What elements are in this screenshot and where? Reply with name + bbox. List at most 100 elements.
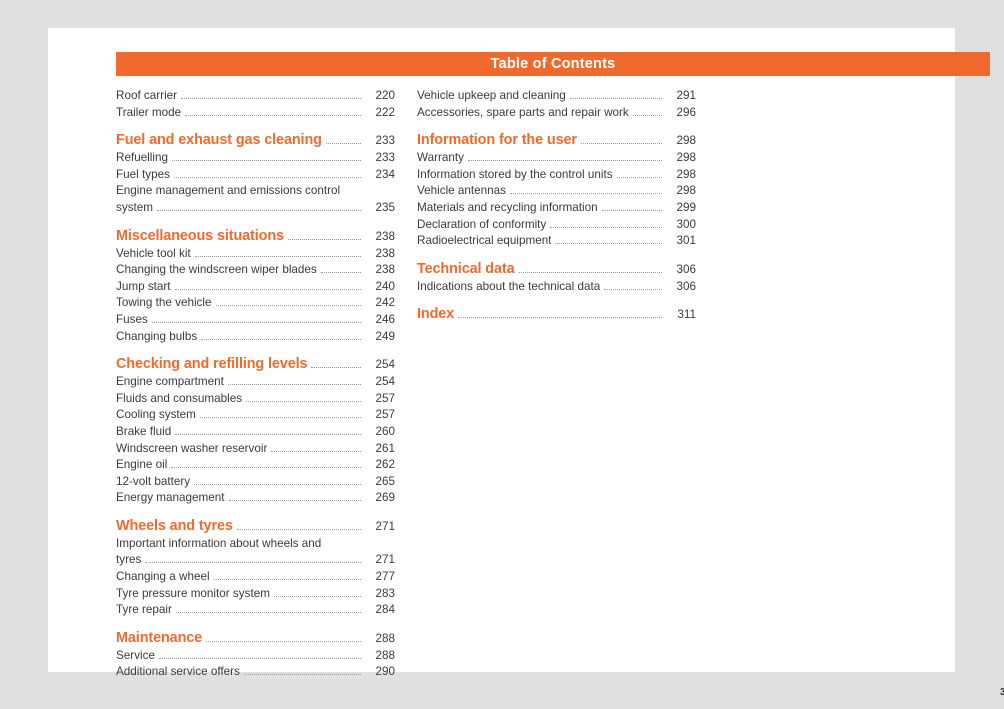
toc-leader-dots [325, 143, 361, 145]
toc-entry-page-number: 246 [375, 312, 395, 326]
toc-item-entry[interactable]: Service 288 [116, 648, 395, 665]
toc-leader-dots [616, 176, 662, 178]
toc-section-entry[interactable]: Fuel and exhaust gas cleaning 233 [116, 131, 395, 150]
toc-entry-page-number: 311 [677, 308, 696, 322]
toc-entry-page-number: 238 [375, 263, 395, 277]
toc-item-entry[interactable]: tyres 271 [116, 552, 395, 569]
toc-section-entry[interactable]: Maintenance 288 [116, 629, 395, 648]
toc-item-entry[interactable]: Changing the windscreen wiper blades 238 [116, 262, 395, 279]
toc-item-entry[interactable]: Engine compartment 254 [116, 374, 395, 391]
toc-entry-label: Changing bulbs [116, 329, 198, 343]
toc-section-entry[interactable]: Wheels and tyres 271 [116, 517, 395, 536]
toc-item-entry[interactable]: Engine management and emissions control [116, 183, 395, 200]
toc-item-entry[interactable]: Materials and recycling information 299 [417, 200, 696, 217]
toc-leader-dots [194, 483, 361, 485]
toc-entry-page-number: 271 [375, 553, 395, 567]
toc-entry-label: Declaration of conformity [417, 217, 547, 231]
toc-item-entry[interactable]: Jump start 240 [116, 279, 395, 296]
toc-item-entry[interactable]: Changing bulbs 249 [116, 329, 395, 346]
toc-entry-label: Maintenance [116, 629, 203, 646]
toc-entry-page-number: 262 [375, 458, 395, 472]
toc-item-entry[interactable]: Indications about the technical data 306 [417, 279, 696, 296]
toc-item-entry[interactable]: Fuel types 234 [116, 167, 395, 184]
toc-entry-page-number: 261 [375, 441, 395, 455]
toc-section-entry[interactable]: Checking and refilling levels 254 [116, 355, 395, 374]
toc-item-entry[interactable]: Tyre pressure monitor system 283 [116, 586, 395, 603]
toc-leader-dots [555, 243, 662, 245]
toc-entry-page-number: 240 [375, 279, 395, 293]
toc-item-entry[interactable]: Trailer mode 222 [116, 105, 395, 122]
toc-section-entry[interactable]: Index 311 [417, 305, 696, 324]
toc-item-entry[interactable]: Accessories, spare parts and repair work… [417, 105, 696, 122]
toc-entry-label: Accessories, spare parts and repair work [417, 105, 629, 119]
toc-entry-page-number: 249 [375, 329, 395, 343]
toc-leader-dots [194, 255, 361, 257]
toc-entry-page-number: 271 [375, 519, 395, 533]
toc-entry-label: Materials and recycling information [417, 200, 598, 214]
toc-item-entry[interactable]: Fuses 246 [116, 312, 395, 329]
toc-item-entry[interactable]: Roof carrier 220 [116, 88, 395, 105]
toc-entry-label: 12-volt battery [116, 474, 191, 488]
toc-item-entry[interactable]: Important information about wheels and [116, 536, 395, 553]
toc-item-entry[interactable]: Vehicle antennas 298 [417, 183, 696, 200]
toc-leader-dots [158, 657, 361, 659]
toc-leader-dots [171, 467, 361, 469]
toc-item-entry[interactable]: Vehicle upkeep and cleaning 291 [417, 88, 696, 105]
toc-item-entry[interactable]: Vehicle tool kit 238 [116, 246, 395, 263]
toc-item-entry[interactable]: Changing a wheel 277 [116, 569, 395, 586]
toc-item-entry[interactable]: Fluids and consumables 257 [116, 391, 395, 408]
toc-leader-dots [510, 193, 662, 195]
toc-item-entry[interactable]: Additional service offers 290 [116, 664, 395, 681]
toc-item-entry[interactable]: Engine oil 262 [116, 457, 395, 474]
toc-item-entry[interactable]: Information stored by the control units 2… [417, 167, 696, 184]
toc-item-entry[interactable]: Windscreen washer reservoir 261 [116, 441, 395, 458]
toc-entry-page-number: 257 [375, 391, 395, 405]
toc-item-entry[interactable]: Cooling system 257 [116, 407, 395, 424]
toc-entry-label: Fluids and consumables [116, 391, 243, 405]
toc-leader-dots [171, 160, 361, 162]
toc-leader-dots [580, 143, 662, 145]
toc-section-entry[interactable]: Information for the user 298 [417, 131, 696, 150]
left-column: Roof carrier 220 Trailer mode 222 Fuel and e… [116, 88, 395, 681]
toc-leader-dots [320, 272, 361, 274]
toc-section-entry[interactable]: Miscellaneous situations 238 [116, 227, 395, 246]
toc-entry-label: Roof carrier [116, 89, 178, 102]
toc-entry-label: Vehicle tool kit [116, 246, 191, 260]
toc-entry-label: Service [116, 648, 155, 662]
toc-entry-page-number: 306 [676, 279, 696, 293]
toc-leader-dots [145, 562, 361, 564]
toc-entry-page-number: 257 [375, 408, 395, 422]
toc-entry-page-number: 254 [375, 358, 395, 372]
toc-entry-page-number: 222 [375, 105, 395, 119]
toc-entry-label: Information stored by the control units [417, 167, 613, 181]
toc-leader-dots [185, 114, 361, 116]
toc-leader-dots [311, 367, 361, 369]
toc-entry-label: Fuel types [116, 167, 170, 181]
toc-entry-page-number: 220 [375, 89, 395, 102]
toc-leader-dots [173, 176, 361, 178]
toc-entry-page-number: 283 [375, 586, 395, 600]
toc-item-entry[interactable]: Declaration of conformity 300 [417, 217, 696, 234]
toc-leader-dots [181, 98, 361, 99]
toc-item-entry[interactable]: system 235 [116, 200, 395, 217]
toc-leader-dots [243, 674, 361, 676]
toc-item-entry[interactable]: Tyre repair 284 [116, 602, 395, 619]
toc-entry-label: Jump start [116, 279, 171, 293]
toc-item-entry[interactable]: 12-volt battery 265 [116, 474, 395, 491]
toc-entry-page-number: 235 [375, 200, 395, 214]
toc-entry-label: Tyre repair [116, 603, 172, 617]
toc-leader-dots [215, 305, 361, 307]
toc-entry-label: Towing the vehicle [116, 296, 212, 310]
toc-section-entry[interactable]: Technical data 306 [417, 260, 696, 279]
toc-item-entry[interactable]: Radioelectrical equipment 301 [417, 233, 696, 250]
toc-item-entry[interactable]: Brake fluid 260 [116, 424, 395, 441]
toc-item-entry[interactable]: Warranty 298 [417, 150, 696, 167]
toc-item-entry[interactable]: Refuelling 233 [116, 150, 395, 167]
toc-entry-label: Vehicle antennas [417, 184, 507, 198]
toc-item-entry[interactable]: Towing the vehicle 242 [116, 295, 395, 312]
toc-columns: Roof carrier 220 Trailer mode 222 Fuel and e… [116, 88, 696, 681]
toc-leader-dots [213, 579, 361, 581]
toc-entry-label: Energy management [116, 491, 225, 505]
toc-leader-dots [518, 271, 662, 273]
toc-item-entry[interactable]: Energy management 269 [116, 490, 395, 507]
